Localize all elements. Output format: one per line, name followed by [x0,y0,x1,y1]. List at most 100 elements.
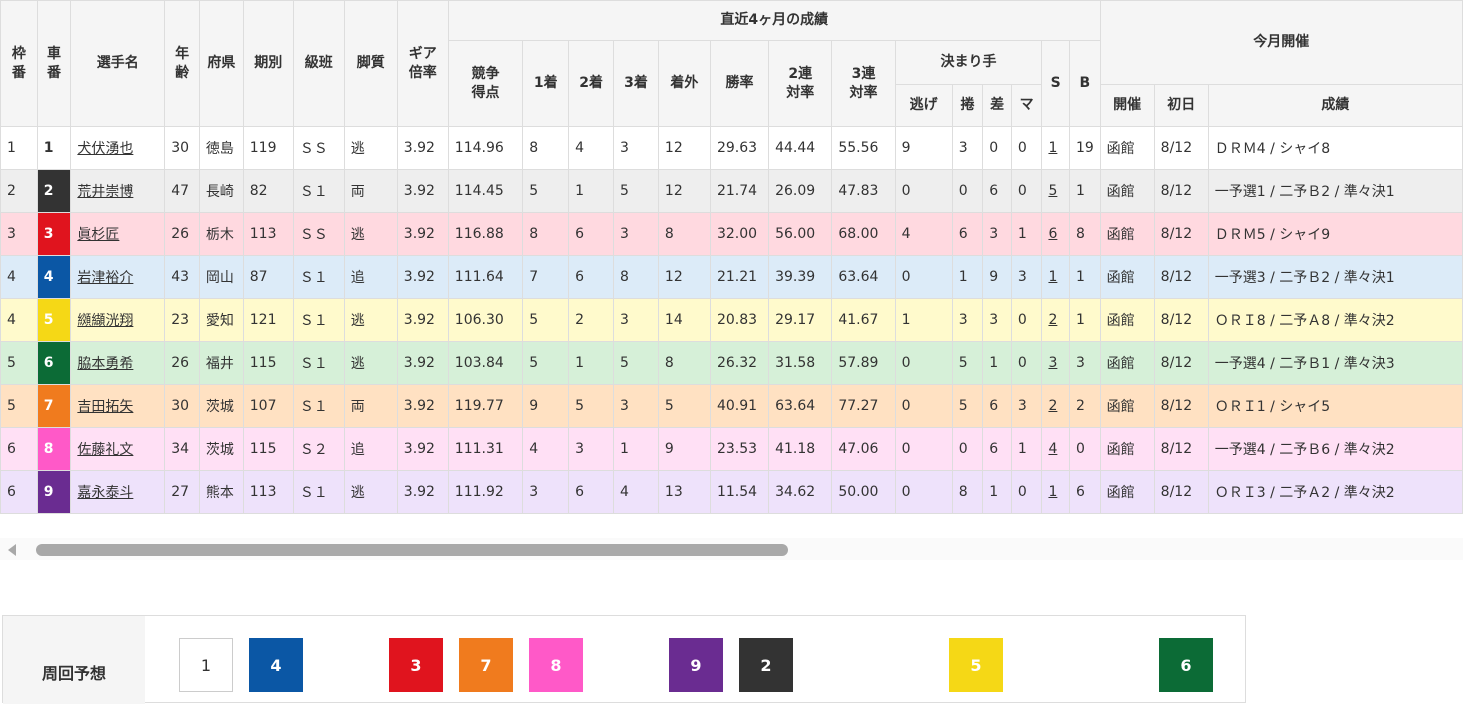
cell-sashi: 1 [982,341,1012,385]
cell-mark: 0 [1010,470,1043,514]
cell-term: 121 [242,298,294,342]
cell-pref: 栃木 [198,212,244,256]
rider-name-link[interactable]: 眞杉匠 [77,227,119,243]
cell-w3: 3 [613,384,659,428]
s-count-link[interactable]: 1 [1048,140,1057,156]
cell-result: ＤＲＭ5 / シャイ9 [1207,212,1463,256]
header-name: 選手名 [70,0,166,127]
s-count-link[interactable]: 2 [1048,312,1057,328]
cell-class: Ｓ１ [292,384,345,428]
cell-b: 1 [1068,169,1101,213]
cell-pref: 愛知 [198,298,244,342]
header-s: S [1041,40,1070,127]
header-mark: マ [1010,84,1043,127]
cell-s: 2 [1041,384,1070,428]
table-row: 5 6 脇本勇希 26 福井 115 Ｓ１ 逃 3.92 103.84 5 1 5 8 26.32 31.58… [0,341,1463,385]
cell-name: 荒井崇博 [70,169,166,213]
header-first-day: 初日 [1153,84,1209,127]
s-count-link[interactable]: 4 [1048,441,1057,457]
cell-leg: 逃 [343,470,398,514]
cell-w1: 5 [522,341,570,385]
cell-venue: 函館 [1099,470,1155,514]
cell-b: 1 [1068,298,1101,342]
cell-sashi: 1 [982,470,1012,514]
cell-name: 佐藤礼文 [70,427,166,471]
cell-s: 3 [1041,341,1070,385]
s-count-link[interactable]: 6 [1048,226,1057,242]
cell-b: 2 [1068,384,1101,428]
cell-sashi: 3 [982,298,1012,342]
rider-name-link[interactable]: 岩津裕介 [77,270,133,286]
cell-w1: 3 [522,470,570,514]
cell-score: 111.64 [447,255,524,299]
cell-w3: 8 [613,255,659,299]
cell-b: 1 [1068,255,1101,299]
header-first: 1着 [522,40,570,127]
horizontal-scrollbar[interactable] [0,538,1463,560]
cell-gear: 3.92 [396,341,449,385]
cell-age: 26 [164,212,200,256]
cell-result: ＯＲＩ3 / 二予Ａ2 / 準々決2 [1207,470,1463,514]
cell-waku: 6 [0,470,38,514]
rider-name-link[interactable]: 荒井崇博 [77,184,133,200]
cell-mark: 0 [1010,298,1043,342]
rider-name-link[interactable]: 嘉永泰斗 [77,485,133,501]
cell-nige: 0 [894,470,953,514]
cell-win: 20.83 [709,298,770,342]
cell-leg: 追 [343,427,398,471]
scroll-left-arrow-icon[interactable] [8,544,16,556]
cell-age: 30 [164,126,200,170]
cell-mark: 3 [1010,384,1043,428]
cell-result: 一予選4 / 二予Ｂ1 / 準々決3 [1207,341,1463,385]
rider-name-link[interactable]: 犬伏湧也 [77,141,133,157]
s-count-link[interactable]: 5 [1048,183,1057,199]
cell-nige: 0 [894,427,953,471]
rider-name-link[interactable]: 脇本勇希 [77,356,133,372]
cell-makuri: 1 [951,255,984,299]
cell-pref: 茨城 [198,384,244,428]
cell-r3: 41.67 [831,298,896,342]
header-out: 着外 [657,40,711,127]
prediction-car-8: 8 [529,638,583,692]
cell-day: 8/12 [1153,341,1209,385]
cell-term: 107 [242,384,294,428]
lap-prediction-label: 周回予想 [3,616,145,704]
cell-mark: 0 [1010,341,1043,385]
rider-name-link[interactable]: 纐纈洸翔 [77,313,133,329]
cell-r2: 39.39 [768,255,833,299]
cell-venue: 函館 [1099,212,1155,256]
cell-waku: 6 [0,427,38,471]
cell-w2: 2 [568,298,615,342]
cell-leg: 逃 [343,341,398,385]
s-count-link[interactable]: 3 [1048,355,1057,371]
header-score: 競争 得点 [447,40,524,127]
scrollbar-thumb[interactable] [36,544,788,556]
car-number-badge: 7 [36,384,72,428]
cell-w2: 3 [568,427,615,471]
table-row: 6 9 嘉永泰斗 27 熊本 113 Ｓ１ 逃 3.92 111.92 3 6 4 13 11.54 34.6… [0,470,1463,514]
cell-r2: 56.00 [768,212,833,256]
cell-r3: 55.56 [831,126,896,170]
cell-w2: 1 [568,169,615,213]
s-count-link[interactable]: 1 [1048,484,1057,500]
rider-name-link[interactable]: 佐藤礼文 [77,442,133,458]
s-count-link[interactable]: 1 [1048,269,1057,285]
cell-out: 5 [657,384,711,428]
table-row: 4 4 岩津裕介 43 岡山 87 Ｓ１ 追 3.92 111.64 7 6 8 12 21.21 39.39… [0,255,1463,299]
cell-class: ＳＳ [292,126,345,170]
header-venue: 開催 [1099,84,1155,127]
table-row: 2 2 荒井崇博 47 長崎 82 Ｓ１ 両 3.92 114.45 5 1 5 12 21.74 26.09… [0,169,1463,213]
prediction-car-5: 5 [949,638,1003,692]
cell-leg: 逃 [343,126,398,170]
header-leg: 脚質 [343,0,398,127]
cell-name: 嘉永泰斗 [70,470,166,514]
cell-name: 纐纈洸翔 [70,298,166,342]
cell-venue: 函館 [1099,298,1155,342]
cell-waku: 1 [0,126,38,170]
cell-class: Ｓ１ [292,255,345,299]
cell-r3: 47.06 [831,427,896,471]
rider-name-link[interactable]: 吉田拓矢 [77,399,133,415]
s-count-link[interactable]: 2 [1048,398,1057,414]
cell-makuri: 3 [951,126,984,170]
car-number-badge: 5 [36,298,72,342]
